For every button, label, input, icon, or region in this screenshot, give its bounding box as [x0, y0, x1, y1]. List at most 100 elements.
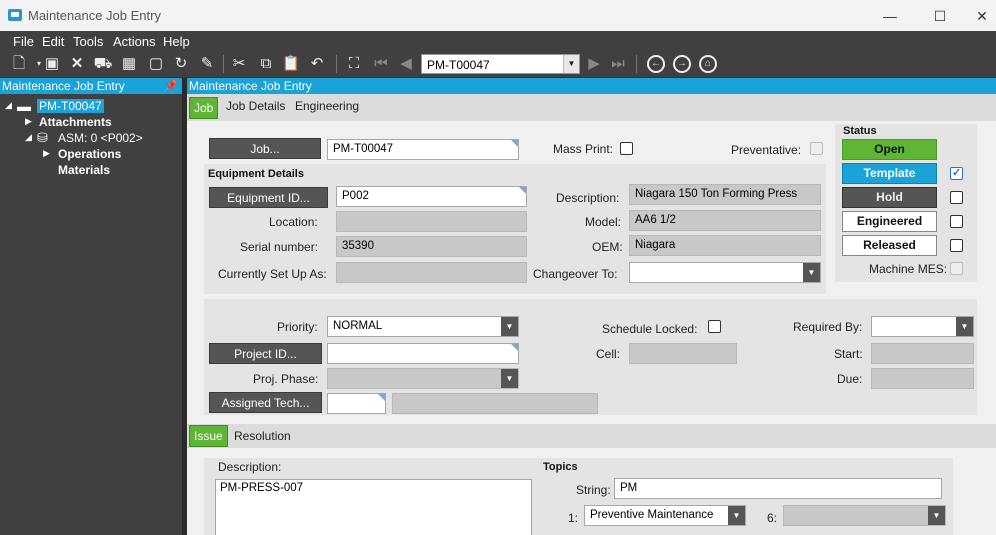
changeover-to-combo[interactable]: ▼: [629, 262, 821, 283]
chevron-down-icon[interactable]: ▼: [501, 317, 518, 336]
menu-bar: File Edit Tools Actions Help: [0, 31, 996, 51]
project-phase-combo[interactable]: ▼: [327, 368, 519, 389]
status-template-button[interactable]: Template: [842, 163, 937, 184]
tree-node-operations[interactable]: Operations: [58, 147, 121, 161]
main-panel-header: Maintenance Job Entry: [187, 78, 996, 94]
record-navigator-combo[interactable]: PM-T00047 ▼: [421, 54, 580, 74]
job-button[interactable]: Job...: [209, 138, 321, 159]
required-by-date-combo[interactable]: ▼: [871, 316, 974, 337]
schedule-locked-checkbox[interactable]: [708, 320, 721, 333]
menu-file[interactable]: File: [13, 34, 34, 49]
status-released-button[interactable]: Released: [842, 235, 937, 256]
search-icon[interactable]: ⛶: [344, 54, 364, 74]
first-record-icon[interactable]: ⏮: [371, 54, 391, 74]
status-open-button[interactable]: Open: [842, 139, 937, 160]
paste-icon[interactable]: 📋: [281, 54, 301, 74]
chevron-down-icon[interactable]: ▼: [563, 55, 579, 73]
issue-description-group: Description: PM-PRESS-007: [204, 458, 537, 535]
delete-icon[interactable]: ✕: [67, 54, 87, 74]
currently-set-up-as-field: [336, 262, 527, 283]
model-label: Model:: [585, 215, 622, 229]
tree-collapse-icon[interactable]: ▶: [43, 148, 50, 159]
refresh-icon[interactable]: ↻: [171, 54, 191, 74]
topic-1-combo[interactable]: Preventive Maintenance ▼: [584, 505, 746, 526]
close-button[interactable]: ✕: [972, 6, 992, 26]
tab-engineering[interactable]: Engineering: [295, 99, 359, 113]
last-record-icon[interactable]: ⏭: [608, 54, 628, 74]
mass-print-checkbox[interactable]: [620, 142, 633, 155]
template-checkbox[interactable]: [950, 166, 963, 180]
chevron-down-icon[interactable]: ▼: [728, 506, 745, 525]
issue-description-textarea[interactable]: PM-PRESS-007: [215, 479, 532, 535]
menu-actions[interactable]: Actions: [113, 34, 156, 49]
topics-title: Topics: [543, 461, 578, 473]
menu-tools[interactable]: Tools: [73, 34, 103, 49]
next-record-icon[interactable]: ▶: [584, 54, 604, 74]
attachment-icon[interactable]: ⛟: [93, 54, 113, 74]
equipment-id-field[interactable]: P002: [336, 186, 527, 207]
machine-mes-checkbox[interactable]: [950, 262, 963, 275]
forward-icon[interactable]: →: [673, 55, 691, 73]
app-icon: [8, 9, 22, 21]
hold-checkbox[interactable]: [950, 191, 963, 204]
tree-panel: Maintenance Job Entry 📌 ◢ ▬ PM-T00047 ▶ …: [0, 78, 182, 535]
job-number-field[interactable]: PM-T00047: [327, 139, 519, 160]
menu-edit[interactable]: Edit: [42, 34, 64, 49]
tab-job[interactable]: Job: [189, 97, 219, 119]
tab-issue[interactable]: Issue: [189, 425, 228, 447]
status-engineered-button[interactable]: Engineered: [842, 211, 937, 232]
home-icon[interactable]: ⌂: [699, 55, 717, 73]
tree-node-assembly[interactable]: ASM: 0 <P002>: [58, 131, 143, 145]
save-icon[interactable]: ▣: [42, 54, 62, 74]
priority-combo[interactable]: NORMAL ▼: [327, 316, 519, 337]
tree-node-attachments[interactable]: Attachments: [39, 115, 112, 129]
tab-resolution[interactable]: Resolution: [234, 429, 291, 443]
cut-icon[interactable]: ✂: [229, 54, 249, 74]
chevron-down-icon[interactable]: ▼: [928, 506, 945, 525]
assigned-tech-id-field[interactable]: [327, 393, 386, 414]
machine-mes-label: Machine MES:: [869, 262, 948, 276]
topic-6-combo[interactable]: ▼: [783, 505, 946, 526]
note-icon[interactable]: ▢: [146, 54, 166, 74]
tab-job-details[interactable]: Job Details: [226, 99, 285, 113]
maximize-button[interactable]: ☐: [930, 6, 950, 26]
folder-icon: ▬: [17, 98, 31, 114]
equipment-id-button[interactable]: Equipment ID...: [209, 187, 328, 208]
chevron-down-icon[interactable]: ▼: [501, 369, 518, 388]
preventative-checkbox[interactable]: [810, 142, 823, 155]
menu-help[interactable]: Help: [163, 34, 190, 49]
changeover-to-label: Changeover To:: [533, 267, 618, 281]
oem-label: OEM:: [592, 240, 623, 254]
project-id-field[interactable]: [327, 343, 519, 364]
released-checkbox[interactable]: [950, 239, 963, 252]
tree-node-materials[interactable]: Materials: [58, 163, 110, 177]
previous-record-icon[interactable]: ◀: [396, 54, 416, 74]
pin-icon[interactable]: 📌: [164, 78, 178, 94]
tree-collapse-icon[interactable]: ▶: [25, 116, 32, 127]
chevron-down-icon[interactable]: ▼: [803, 263, 820, 282]
project-id-button[interactable]: Project ID...: [209, 343, 322, 364]
status-group: Status Open Template Hold Engineered Rel…: [835, 124, 977, 282]
assigned-tech-button[interactable]: Assigned Tech...: [209, 392, 322, 413]
currently-set-up-as-label: Currently Set Up As:: [218, 267, 327, 281]
serial-number-label: Serial number:: [240, 240, 319, 254]
undo-icon[interactable]: ↶: [307, 54, 327, 74]
topic-string-field[interactable]: PM: [614, 478, 942, 499]
start-date-field: [871, 343, 974, 364]
priority-label: Priority:: [277, 320, 318, 334]
tree-node-job[interactable]: PM-T00047: [37, 99, 104, 113]
title-bar: Maintenance Job Entry — ☐ ✕: [0, 0, 996, 31]
back-icon[interactable]: ←: [647, 55, 665, 73]
tree-expand-icon[interactable]: ◢: [25, 132, 32, 143]
clear-icon[interactable]: ✎: [197, 54, 217, 74]
minimize-button[interactable]: —: [880, 6, 900, 26]
tree-expand-icon[interactable]: ◢: [5, 100, 12, 111]
chevron-down-icon[interactable]: ▼: [956, 317, 973, 336]
tree-node-job-label: PM-T00047: [37, 99, 104, 113]
copy-icon[interactable]: ⧉: [256, 54, 276, 74]
status-hold-button[interactable]: Hold: [842, 187, 937, 208]
engineered-checkbox[interactable]: [950, 215, 963, 228]
new-icon[interactable]: 🗋: [9, 54, 29, 74]
grid-icon[interactable]: ▦: [119, 54, 139, 74]
topic-1-label: 1:: [568, 511, 579, 525]
